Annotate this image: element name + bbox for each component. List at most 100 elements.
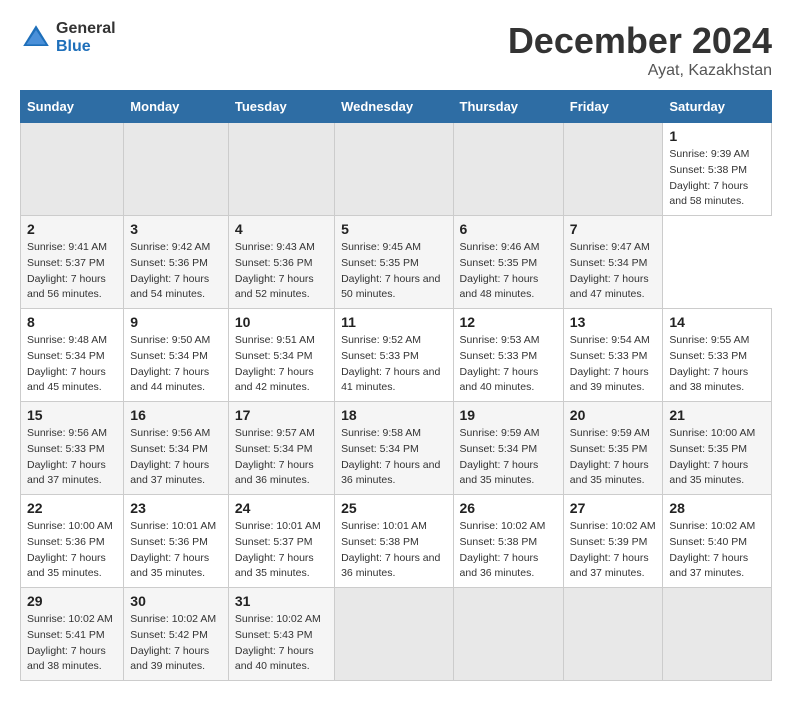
- day-detail: Sunrise: 9:41 AMSunset: 5:37 PMDaylight:…: [27, 240, 117, 303]
- calendar-cell: [663, 588, 772, 681]
- calendar-cell: 18Sunrise: 9:58 AMSunset: 5:34 PMDayligh…: [335, 402, 453, 495]
- calendar-cell: 2Sunrise: 9:41 AMSunset: 5:37 PMDaylight…: [21, 216, 124, 309]
- calendar-header: SundayMondayTuesdayWednesdayThursdayFrid…: [21, 91, 772, 123]
- week-row-3: 15 Sunrise: 9:56 AMSunset: 5:33 PMDayligh…: [21, 402, 772, 495]
- calendar-cell: 3 Sunrise: 9:42 AMSunset: 5:36 PMDaylight…: [124, 216, 229, 309]
- header-cell-sunday: Sunday: [21, 91, 124, 123]
- calendar-cell: 15 Sunrise: 9:56 AMSunset: 5:33 PMDayligh…: [21, 402, 124, 495]
- calendar-cell: 1Sunrise: 9:39 AMSunset: 5:38 PMDaylight…: [663, 123, 772, 216]
- day-number: 17: [235, 407, 328, 423]
- day-detail: Sunrise: 10:02 AMSunset: 5:43 PMDaylight…: [235, 612, 328, 675]
- calendar-cell: 30Sunrise: 10:02 AMSunset: 5:42 PMDaylig…: [124, 588, 229, 681]
- calendar-cell: 6 Sunrise: 9:46 AMSunset: 5:35 PMDaylight…: [453, 216, 563, 309]
- calendar-cell: 22 Sunrise: 10:00 AMSunset: 5:36 PMDaylig…: [21, 495, 124, 588]
- week-row-5: 29 Sunrise: 10:02 AMSunset: 5:41 PMDaylig…: [21, 588, 772, 681]
- logo-general-text: General: [56, 20, 116, 38]
- header-cell-monday: Monday: [124, 91, 229, 123]
- day-number: 16: [130, 407, 222, 423]
- day-number: 26: [460, 500, 557, 516]
- day-number: 14: [669, 314, 765, 330]
- day-detail: Sunrise: 10:01 AMSunset: 5:37 PMDaylight…: [235, 519, 328, 582]
- week-row-4: 22 Sunrise: 10:00 AMSunset: 5:36 PMDaylig…: [21, 495, 772, 588]
- calendar-cell: 20Sunrise: 9:59 AMSunset: 5:35 PMDayligh…: [563, 402, 663, 495]
- title-area: December 2024 Ayat, Kazakhstan: [508, 20, 772, 80]
- day-detail: Sunrise: 9:57 AMSunset: 5:34 PMDaylight:…: [235, 426, 328, 489]
- logo-blue-text: Blue: [56, 38, 116, 56]
- calendar-cell: [563, 123, 663, 216]
- day-detail: Sunrise: 9:56 AMSunset: 5:34 PMDaylight:…: [130, 426, 222, 489]
- day-detail: Sunrise: 9:48 AMSunset: 5:34 PMDaylight:…: [27, 333, 117, 396]
- calendar-table: SundayMondayTuesdayWednesdayThursdayFrid…: [20, 90, 772, 681]
- calendar-cell: 29 Sunrise: 10:02 AMSunset: 5:41 PMDaylig…: [21, 588, 124, 681]
- day-number: 22: [27, 500, 117, 516]
- day-detail: Sunrise: 10:02 AMSunset: 5:40 PMDaylight…: [669, 519, 765, 582]
- day-detail: Sunrise: 9:59 AMSunset: 5:34 PMDaylight:…: [460, 426, 557, 489]
- calendar-cell: 12Sunrise: 9:53 AMSunset: 5:33 PMDayligh…: [453, 309, 563, 402]
- calendar-cell: 7 Sunrise: 9:47 AMSunset: 5:34 PMDaylight…: [563, 216, 663, 309]
- calendar-cell: 31Sunrise: 10:02 AMSunset: 5:43 PMDaylig…: [228, 588, 334, 681]
- day-detail: Sunrise: 9:52 AMSunset: 5:33 PMDaylight:…: [341, 333, 446, 396]
- day-number: 9: [130, 314, 222, 330]
- day-detail: Sunrise: 9:42 AMSunset: 5:36 PMDaylight:…: [130, 240, 222, 303]
- calendar-cell: 17 Sunrise: 9:57 AMSunset: 5:34 PMDayligh…: [228, 402, 334, 495]
- calendar-body: 1Sunrise: 9:39 AMSunset: 5:38 PMDaylight…: [21, 123, 772, 681]
- day-detail: Sunrise: 9:56 AMSunset: 5:33 PMDaylight:…: [27, 426, 117, 489]
- day-number: 25: [341, 500, 446, 516]
- calendar-cell: 14Sunrise: 9:55 AMSunset: 5:33 PMDayligh…: [663, 309, 772, 402]
- day-number: 11: [341, 314, 446, 330]
- day-number: 30: [130, 593, 222, 609]
- calendar-cell: 24Sunrise: 10:01 AMSunset: 5:37 PMDaylig…: [228, 495, 334, 588]
- day-detail: Sunrise: 9:54 AMSunset: 5:33 PMDaylight:…: [570, 333, 657, 396]
- week-row-0: 1Sunrise: 9:39 AMSunset: 5:38 PMDaylight…: [21, 123, 772, 216]
- calendar-cell: 28 Sunrise: 10:02 AMSunset: 5:40 PMDaylig…: [663, 495, 772, 588]
- calendar-cell: [453, 123, 563, 216]
- calendar-cell: 10Sunrise: 9:51 AMSunset: 5:34 PMDayligh…: [228, 309, 334, 402]
- calendar-cell: 19 Sunrise: 9:59 AMSunset: 5:34 PMDayligh…: [453, 402, 563, 495]
- subtitle: Ayat, Kazakhstan: [508, 62, 772, 80]
- day-number: 7: [570, 221, 657, 237]
- day-detail: Sunrise: 10:00 AMSunset: 5:36 PMDaylight…: [27, 519, 117, 582]
- week-row-2: 8Sunrise: 9:48 AMSunset: 5:34 PMDaylight…: [21, 309, 772, 402]
- day-detail: Sunrise: 10:01 AMSunset: 5:36 PMDaylight…: [130, 519, 222, 582]
- day-detail: Sunrise: 9:45 AMSunset: 5:35 PMDaylight:…: [341, 240, 446, 303]
- calendar-cell: 5 Sunrise: 9:45 AMSunset: 5:35 PMDaylight…: [335, 216, 453, 309]
- day-detail: Sunrise: 9:46 AMSunset: 5:35 PMDaylight:…: [460, 240, 557, 303]
- day-number: 28: [669, 500, 765, 516]
- header: General Blue December 2024 Ayat, Kazakhs…: [20, 20, 772, 80]
- logo-text: General Blue: [56, 20, 116, 55]
- day-number: 13: [570, 314, 657, 330]
- logo-icon: [20, 22, 52, 54]
- calendar-cell: 27 Sunrise: 10:02 AMSunset: 5:39 PMDaylig…: [563, 495, 663, 588]
- day-detail: Sunrise: 9:43 AMSunset: 5:36 PMDaylight:…: [235, 240, 328, 303]
- calendar-cell: [228, 123, 334, 216]
- calendar-cell: [563, 588, 663, 681]
- week-row-1: 2Sunrise: 9:41 AMSunset: 5:37 PMDaylight…: [21, 216, 772, 309]
- header-row: SundayMondayTuesdayWednesdayThursdayFrid…: [21, 91, 772, 123]
- calendar-cell: 11 Sunrise: 9:52 AMSunset: 5:33 PMDayligh…: [335, 309, 453, 402]
- calendar-cell: [335, 588, 453, 681]
- day-number: 6: [460, 221, 557, 237]
- calendar-cell: 26Sunrise: 10:02 AMSunset: 5:38 PMDaylig…: [453, 495, 563, 588]
- month-title: December 2024: [508, 20, 772, 62]
- day-detail: Sunrise: 9:47 AMSunset: 5:34 PMDaylight:…: [570, 240, 657, 303]
- day-detail: Sunrise: 9:39 AMSunset: 5:38 PMDaylight:…: [669, 147, 765, 210]
- day-detail: Sunrise: 9:58 AMSunset: 5:34 PMDaylight:…: [341, 426, 446, 489]
- day-number: 3: [130, 221, 222, 237]
- calendar-cell: 21Sunrise: 10:00 AMSunset: 5:35 PMDaylig…: [663, 402, 772, 495]
- calendar-cell: 25Sunrise: 10:01 AMSunset: 5:38 PMDaylig…: [335, 495, 453, 588]
- day-number: 10: [235, 314, 328, 330]
- day-detail: Sunrise: 10:02 AMSunset: 5:41 PMDaylight…: [27, 612, 117, 675]
- day-number: 19: [460, 407, 557, 423]
- day-detail: Sunrise: 10:02 AMSunset: 5:39 PMDaylight…: [570, 519, 657, 582]
- calendar-cell: 8Sunrise: 9:48 AMSunset: 5:34 PMDaylight…: [21, 309, 124, 402]
- day-number: 29: [27, 593, 117, 609]
- calendar-cell: 16 Sunrise: 9:56 AMSunset: 5:34 PMDayligh…: [124, 402, 229, 495]
- day-number: 4: [235, 221, 328, 237]
- day-number: 15: [27, 407, 117, 423]
- day-number: 27: [570, 500, 657, 516]
- calendar-cell: [21, 123, 124, 216]
- day-detail: Sunrise: 10:00 AMSunset: 5:35 PMDaylight…: [669, 426, 765, 489]
- day-detail: Sunrise: 9:53 AMSunset: 5:33 PMDaylight:…: [460, 333, 557, 396]
- header-cell-saturday: Saturday: [663, 91, 772, 123]
- day-number: 5: [341, 221, 446, 237]
